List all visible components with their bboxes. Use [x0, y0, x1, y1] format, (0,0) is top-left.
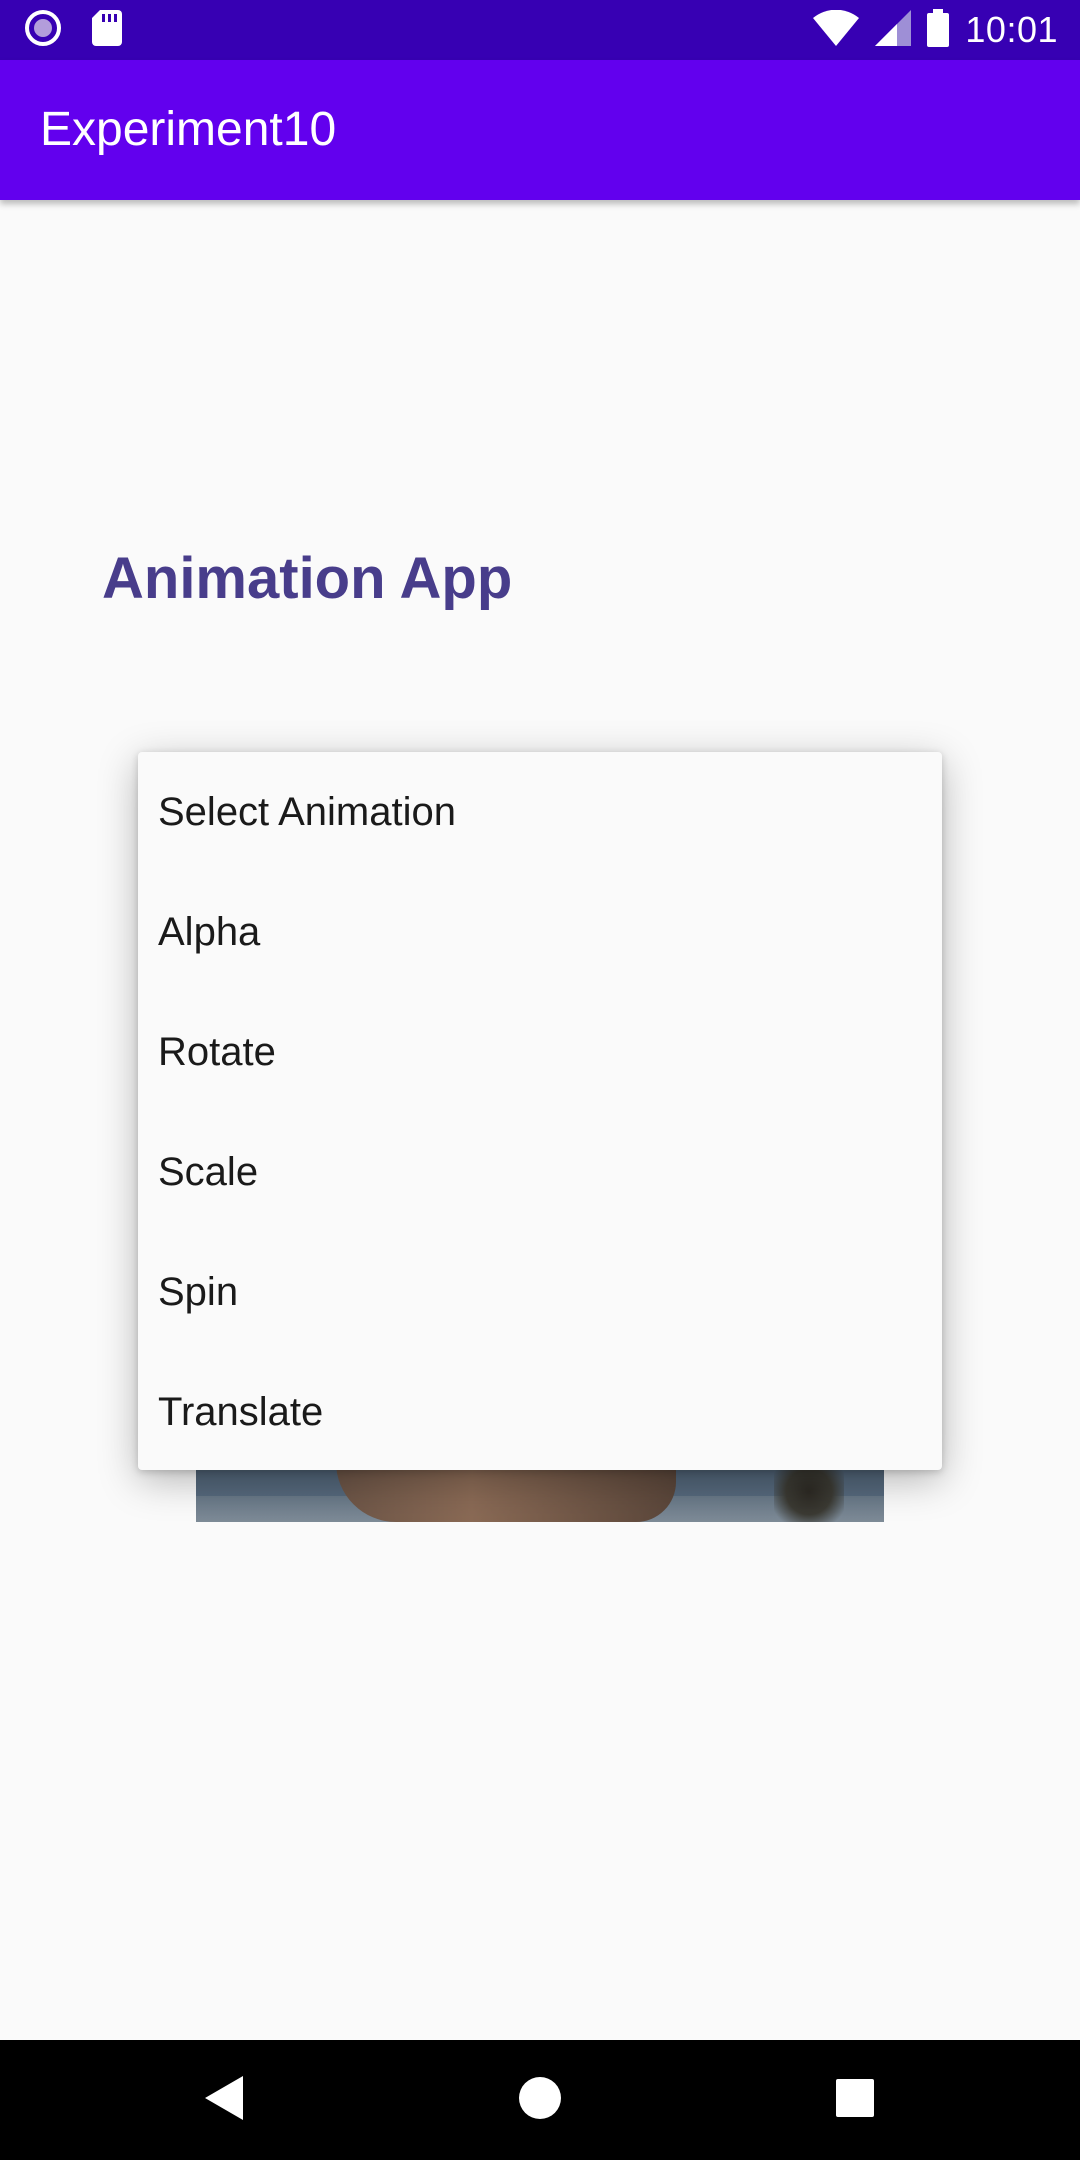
animation-dropdown[interactable]: Select Animation Alpha Rotate Scale Spin…	[138, 752, 942, 1470]
back-button[interactable]	[165, 2040, 285, 2160]
battery-icon	[927, 8, 950, 52]
dropdown-item-spin[interactable]: Spin	[138, 1232, 942, 1352]
dropdown-item-select-animation[interactable]: Select Animation	[138, 752, 942, 872]
app-title: Experiment10	[40, 103, 337, 156]
sd-card-icon	[92, 9, 122, 51]
dropdown-item-alpha[interactable]: Alpha	[138, 872, 942, 992]
status-left-icons	[24, 8, 122, 52]
page-heading: Animation App	[102, 546, 513, 611]
recents-icon	[836, 2078, 874, 2122]
dropdown-item-scale[interactable]: Scale	[138, 1112, 942, 1232]
back-icon	[205, 2075, 245, 2125]
dropdown-item-rotate[interactable]: Rotate	[138, 992, 942, 1112]
status-time: 10:01	[965, 9, 1058, 50]
app-bar: Experiment10	[0, 60, 1080, 200]
recents-button[interactable]	[795, 2040, 915, 2160]
cell-signal-icon	[875, 9, 912, 51]
dropdown-item-translate[interactable]: Translate	[138, 1352, 942, 1472]
status-right-icons: 10:01	[813, 8, 1058, 52]
home-icon	[518, 2076, 562, 2125]
notification-dot-icon	[24, 9, 62, 52]
wifi-icon	[813, 9, 860, 51]
status-bar: 10:01	[0, 0, 1080, 60]
navigation-bar	[0, 2040, 1080, 2160]
home-button[interactable]	[480, 2040, 600, 2160]
